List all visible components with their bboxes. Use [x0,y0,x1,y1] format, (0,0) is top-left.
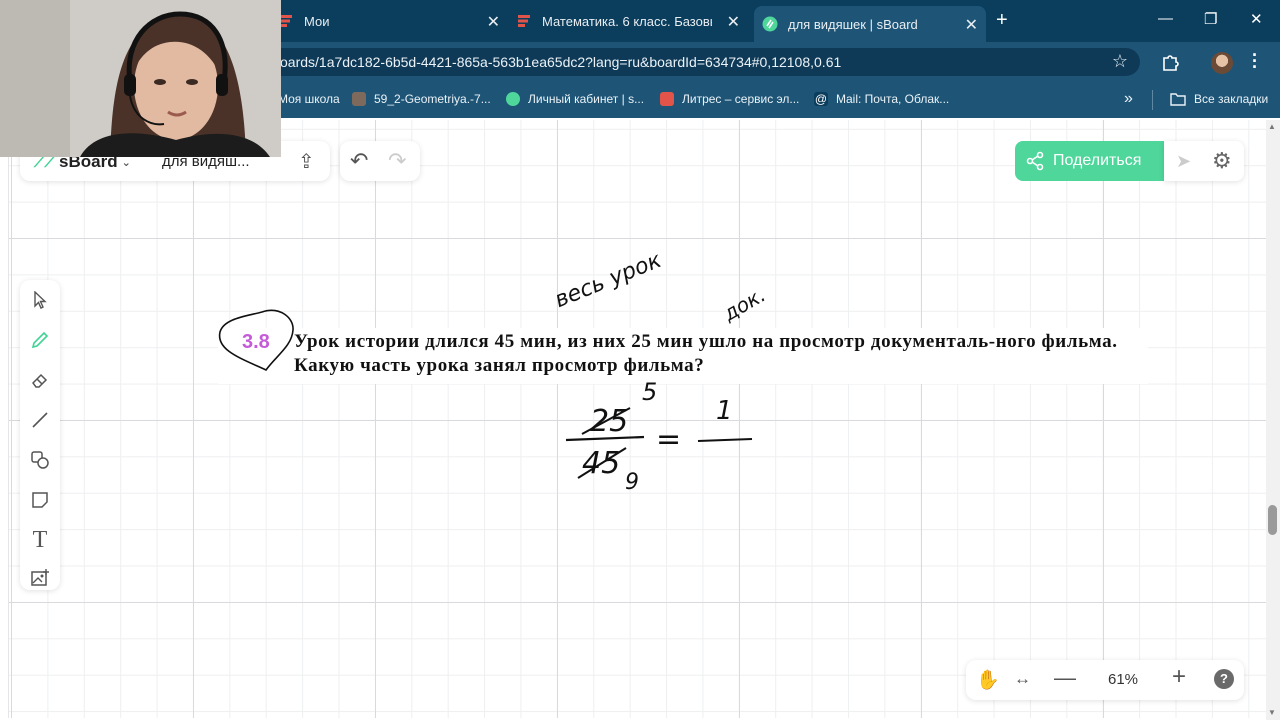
scroll-up-icon[interactable]: ▲ [1268,122,1276,131]
tab-math[interactable]: Математика. 6 класс. Базовый ✕ [516,6,748,36]
extensions-icon[interactable] [1160,52,1180,72]
new-tab-button[interactable]: + [996,9,1008,32]
whiteboard-canvas[interactable] [8,120,1266,718]
all-bookmarks-label: Все закладки [1194,92,1269,106]
sboard-icon [762,16,778,32]
undo-redo-panel: ↶ ↷ [340,141,420,181]
tab-sboard[interactable]: для видяшек | sBoard ✕ [754,6,986,42]
task-number: 3.8 [242,331,270,353]
share-icon [1026,151,1044,171]
tab-title: Математика. 6 класс. Базовый [542,13,712,29]
presenter-avatar [0,0,281,157]
select-pointer-icon[interactable] [28,288,52,312]
folder-icon [1170,93,1186,106]
bookmark-item[interactable]: Моя школа [278,92,340,106]
bookmark-label: 59_2-Geometriya.-7... [374,92,491,106]
more-bookmarks-icon[interactable]: » [1124,90,1133,108]
bookmark-label: Литрес – сервис эл... [682,92,800,106]
line-icon[interactable] [28,408,52,432]
profile-avatar[interactable] [1211,52,1233,74]
bookmark-item[interactable]: @ Mail: Почта, Облак... [814,92,949,106]
sboard-icon [506,92,520,106]
restore-icon[interactable]: ❐ [1204,10,1217,28]
hand-icon[interactable]: ✋ [976,668,1000,692]
all-bookmarks[interactable]: Все закладки [1170,92,1268,106]
url-input[interactable]: oards/1a7dc182-6b5d-4421-865a-563b1ea65d… [250,48,1140,76]
zoom-level[interactable]: 61% [1108,671,1138,688]
settings-panel: ➤ ⚙ [1164,141,1244,181]
shapes-icon[interactable] [28,448,52,472]
eraser-icon[interactable] [28,368,52,392]
ink-numerator: 25 [590,404,629,439]
scroll-thumb[interactable] [1268,505,1277,535]
share-label: Поделиться [1053,152,1142,169]
fit-width-icon[interactable]: ↔ [1014,669,1031,689]
bookmark-label: Моя школа [278,92,340,106]
bookmark-favicon-icon [352,92,366,106]
bookmark-item[interactable]: Личный кабинет | s... [506,92,644,106]
text-icon[interactable]: T [28,527,52,553]
bookmark-star-icon[interactable]: ☆ [1112,51,1128,72]
bookmark-item[interactable]: 59_2-Geometriya.-7... [352,92,491,106]
share-button[interactable]: Поделиться [1015,141,1164,181]
stack-icon [660,92,674,106]
zoom-in-button[interactable]: + [1172,663,1186,691]
window-close-icon[interactable]: ✕ [1250,10,1263,28]
webcam-overlay [0,0,281,157]
tools-toolbar: T [20,280,60,590]
ink-denominator: 45 [582,446,621,481]
scrollbar[interactable] [1266,120,1280,720]
zoom-bar: ✋ ↔ — 61% + ? [966,660,1244,700]
undo-icon[interactable]: ↶ [350,148,368,174]
url-text: oards/1a7dc182-6b5d-4421-865a-563b1ea65d… [280,54,842,70]
sticky-note-icon[interactable] [28,488,52,512]
task-card[interactable]: 3.8 Урок истории длился 45 мин, из них 2… [218,328,1148,384]
mail-icon: @ [814,92,828,106]
ink-numerator-reduced: 5 [642,378,658,406]
ink-denominator-reduced: 9 [625,470,639,495]
tab-moi[interactable]: Мои ✕ [278,6,508,36]
ink-equals: = [656,422,682,457]
ink-result-numerator: 1 [716,396,733,426]
close-icon[interactable]: ✕ [727,12,740,32]
gear-icon[interactable]: ⚙ [1212,148,1232,174]
close-icon[interactable]: ✕ [965,15,978,35]
tab-title: для видяшек | sBoard [788,16,918,32]
close-icon[interactable]: ✕ [487,12,500,32]
redo-icon[interactable]: ↷ [388,148,406,174]
cursor-icon[interactable]: ➤ [1176,151,1191,172]
bookmark-label: Личный кабинет | s... [528,92,645,106]
divider [1152,90,1153,110]
tab-title: Мои [304,13,330,29]
help-button[interactable]: ? [1214,669,1234,689]
browser-menu-icon[interactable]: · · · [1252,46,1258,76]
minimize-icon[interactable]: — [1158,10,1173,27]
scroll-down-icon[interactable]: ▼ [1268,708,1276,717]
pen-icon[interactable] [28,328,52,352]
zoom-out-button[interactable]: — [1054,665,1076,691]
upload-icon[interactable]: ⇪ [298,149,315,174]
image-icon[interactable] [28,566,52,590]
bookmark-label: Mail: Почта, Облак... [836,92,950,106]
chevron-down-icon: ⌄ [121,156,131,169]
task-text: Урок истории длился 45 мин, из них 25 ми… [294,331,1118,376]
stack-icon [518,15,530,27]
bookmark-item[interactable]: Литрес – сервис эл... [660,92,799,106]
